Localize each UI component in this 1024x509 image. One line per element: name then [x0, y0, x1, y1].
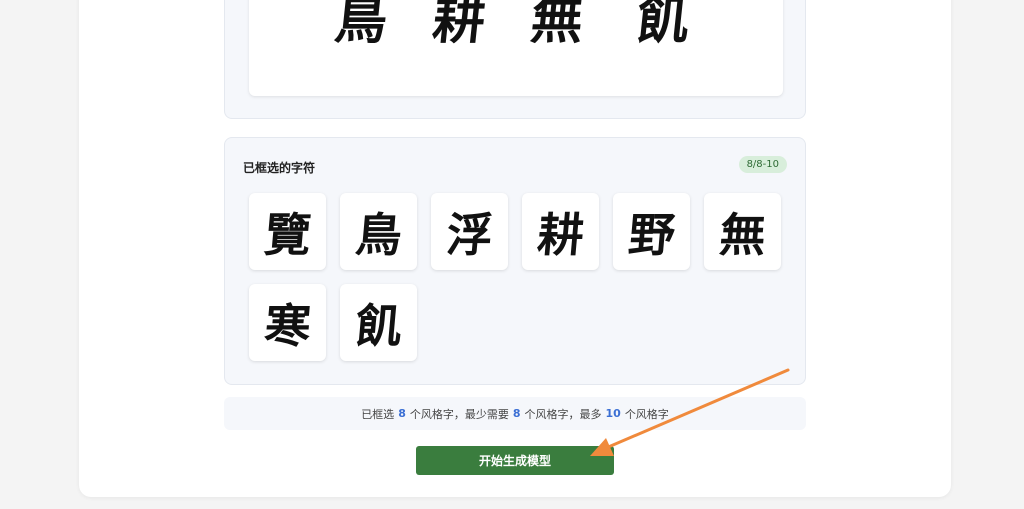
preview-glyph: 耕: [429, 0, 489, 51]
summary-text: 个风格字: [624, 407, 669, 421]
selected-count: 8: [398, 407, 406, 420]
section-title: 已框选的字符: [243, 161, 316, 175]
character-glyph: 鳥: [352, 207, 404, 262]
preview-canvas: 鳥 耕 無 飢: [249, 0, 783, 96]
count-badge: 8/8-10: [738, 156, 787, 173]
character-tile[interactable]: 野: [613, 193, 690, 270]
character-glyph: 飢: [352, 298, 404, 353]
selection-summary: 已框选 8 个风格字，最少需要 8 个风格字，最多 10 个风格字: [224, 397, 806, 430]
max-count: 10: [605, 407, 621, 420]
generate-model-button[interactable]: 开始生成模型: [416, 446, 614, 475]
character-grid: 覽 鳥 浮 耕 野 無 寒 飢: [249, 193, 789, 361]
character-tile[interactable]: 寒: [249, 284, 326, 361]
selected-characters-panel: 已框选的字符 8/8-10 覽 鳥 浮 耕 野 無 寒 飢: [224, 137, 806, 385]
character-glyph: 寒: [261, 298, 313, 353]
character-glyph: 覽: [261, 207, 313, 262]
preview-panel: 鳥 耕 無 飢: [224, 0, 806, 119]
min-count: 8: [512, 407, 521, 420]
preview-glyph: 鳥: [331, 0, 391, 51]
character-glyph: 耕: [534, 207, 586, 262]
summary-text: 个风格字，最多: [524, 407, 602, 421]
preview-glyph: 飢: [633, 0, 693, 51]
preview-glyph: 無: [527, 0, 587, 51]
character-tile[interactable]: 覽: [249, 193, 326, 270]
character-glyph: 浮: [443, 207, 495, 262]
character-tile[interactable]: 飢: [340, 284, 417, 361]
character-tile[interactable]: 鳥: [340, 193, 417, 270]
character-glyph: 無: [716, 207, 768, 262]
character-glyph: 野: [625, 207, 677, 262]
summary-text: 个风格字，最少需要: [409, 407, 509, 421]
character-tile[interactable]: 無: [704, 193, 781, 270]
character-tile[interactable]: 耕: [522, 193, 599, 270]
character-tile[interactable]: 浮: [431, 193, 508, 270]
summary-text: 已框选: [361, 407, 395, 421]
